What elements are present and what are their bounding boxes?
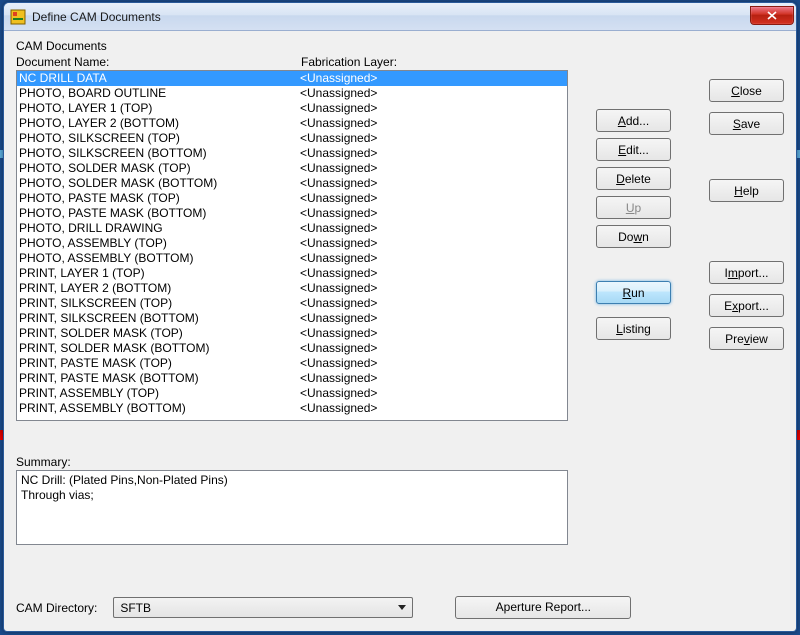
table-row[interactable]: PRINT, SILKSCREEN (TOP)<Unassigned>	[17, 296, 567, 311]
edit-button[interactable]: Edit...	[596, 138, 671, 161]
doc-name-cell: PHOTO, SOLDER MASK (TOP)	[19, 161, 300, 176]
add-button[interactable]: Add...	[596, 109, 671, 132]
table-row[interactable]: PHOTO, ASSEMBLY (BOTTOM)<Unassigned>	[17, 251, 567, 266]
close-button[interactable]: Close	[709, 79, 784, 102]
table-row[interactable]: PHOTO, LAYER 1 (TOP)<Unassigned>	[17, 101, 567, 116]
table-row[interactable]: PRINT, SOLDER MASK (BOTTOM)<Unassigned>	[17, 341, 567, 356]
dialog-window: Define CAM Documents CAM Documents Docum…	[3, 2, 797, 632]
fab-layer-cell: <Unassigned>	[300, 266, 567, 281]
doc-name-cell: PRINT, ASSEMBLY (TOP)	[19, 386, 300, 401]
summary-textbox[interactable]: NC Drill: (Plated Pins,Non-Plated Pins) …	[16, 470, 568, 545]
table-row[interactable]: PHOTO, SOLDER MASK (BOTTOM)<Unassigned>	[17, 176, 567, 191]
doc-name-cell: PHOTO, LAYER 1 (TOP)	[19, 101, 300, 116]
table-row[interactable]: PRINT, ASSEMBLY (TOP)<Unassigned>	[17, 386, 567, 401]
titlebar[interactable]: Define CAM Documents	[4, 3, 796, 31]
fab-layer-cell: <Unassigned>	[300, 131, 567, 146]
cam-directory-label: CAM Directory:	[16, 601, 101, 615]
column-header-document-name: Document Name:	[16, 55, 301, 69]
table-row[interactable]: PHOTO, SOLDER MASK (TOP)<Unassigned>	[17, 161, 567, 176]
table-row[interactable]: PRINT, LAYER 2 (BOTTOM)<Unassigned>	[17, 281, 567, 296]
doc-name-cell: PHOTO, ASSEMBLY (TOP)	[19, 236, 300, 251]
cam-directory-value: SFTB	[120, 601, 398, 615]
fab-layer-cell: <Unassigned>	[300, 401, 567, 416]
fab-layer-cell: <Unassigned>	[300, 371, 567, 386]
table-row[interactable]: PHOTO, PASTE MASK (TOP)<Unassigned>	[17, 191, 567, 206]
doc-name-cell: PRINT, ASSEMBLY (BOTTOM)	[19, 401, 300, 416]
fab-layer-cell: <Unassigned>	[300, 206, 567, 221]
doc-name-cell: PRINT, PASTE MASK (TOP)	[19, 356, 300, 371]
down-button[interactable]: Down	[596, 225, 671, 248]
summary-label: Summary:	[16, 455, 786, 469]
save-button[interactable]: Save	[709, 112, 784, 135]
close-icon	[767, 11, 777, 20]
doc-name-cell: PRINT, PASTE MASK (BOTTOM)	[19, 371, 300, 386]
doc-name-cell: PHOTO, LAYER 2 (BOTTOM)	[19, 116, 300, 131]
fab-layer-cell: <Unassigned>	[300, 86, 567, 101]
fab-layer-cell: <Unassigned>	[300, 101, 567, 116]
fab-layer-cell: <Unassigned>	[300, 161, 567, 176]
up-button: Up	[596, 196, 671, 219]
cam-documents-label: CAM Documents	[16, 39, 786, 53]
doc-name-cell: PHOTO, SOLDER MASK (BOTTOM)	[19, 176, 300, 191]
fab-layer-cell: <Unassigned>	[300, 251, 567, 266]
fab-layer-cell: <Unassigned>	[300, 71, 567, 86]
doc-name-cell: PRINT, SILKSCREEN (BOTTOM)	[19, 311, 300, 326]
help-button[interactable]: Help	[709, 179, 784, 202]
fab-layer-cell: <Unassigned>	[300, 311, 567, 326]
doc-name-cell: PHOTO, PASTE MASK (BOTTOM)	[19, 206, 300, 221]
doc-name-cell: PHOTO, ASSEMBLY (BOTTOM)	[19, 251, 300, 266]
window-title: Define CAM Documents	[32, 10, 161, 24]
preview-button[interactable]: Preview	[709, 327, 784, 350]
run-button[interactable]: Run	[596, 281, 671, 304]
fab-layer-cell: <Unassigned>	[300, 356, 567, 371]
window-close-button[interactable]	[750, 6, 794, 25]
column-header-fabrication-layer: Fabrication Layer:	[301, 55, 786, 69]
doc-name-cell: PRINT, LAYER 2 (BOTTOM)	[19, 281, 300, 296]
doc-name-cell: PHOTO, PASTE MASK (TOP)	[19, 191, 300, 206]
chevron-down-icon	[398, 605, 406, 610]
fab-layer-cell: <Unassigned>	[300, 116, 567, 131]
table-row[interactable]: PHOTO, PASTE MASK (BOTTOM)<Unassigned>	[17, 206, 567, 221]
table-row[interactable]: NC DRILL DATA<Unassigned>	[17, 71, 567, 86]
fab-layer-cell: <Unassigned>	[300, 191, 567, 206]
table-row[interactable]: PHOTO, SILKSCREEN (TOP)<Unassigned>	[17, 131, 567, 146]
fab-layer-cell: <Unassigned>	[300, 146, 567, 161]
doc-name-cell: PRINT, LAYER 1 (TOP)	[19, 266, 300, 281]
delete-button[interactable]: Delete	[596, 167, 671, 190]
doc-name-cell: PRINT, SOLDER MASK (TOP)	[19, 326, 300, 341]
doc-name-cell: PRINT, SOLDER MASK (BOTTOM)	[19, 341, 300, 356]
table-row[interactable]: PHOTO, LAYER 2 (BOTTOM)<Unassigned>	[17, 116, 567, 131]
fab-layer-cell: <Unassigned>	[300, 281, 567, 296]
table-row[interactable]: PHOTO, DRILL DRAWING<Unassigned>	[17, 221, 567, 236]
table-row[interactable]: PRINT, SILKSCREEN (BOTTOM)<Unassigned>	[17, 311, 567, 326]
doc-name-cell: PHOTO, SILKSCREEN (BOTTOM)	[19, 146, 300, 161]
table-row[interactable]: PHOTO, BOARD OUTLINE<Unassigned>	[17, 86, 567, 101]
fab-layer-cell: <Unassigned>	[300, 236, 567, 251]
fab-layer-cell: <Unassigned>	[300, 296, 567, 311]
import-button[interactable]: Import...	[709, 261, 784, 284]
table-row[interactable]: PHOTO, ASSEMBLY (TOP)<Unassigned>	[17, 236, 567, 251]
doc-name-cell: NC DRILL DATA	[19, 71, 300, 86]
table-row[interactable]: PHOTO, SILKSCREEN (BOTTOM)<Unassigned>	[17, 146, 567, 161]
table-row[interactable]: PRINT, ASSEMBLY (BOTTOM)<Unassigned>	[17, 401, 567, 416]
table-row[interactable]: PRINT, PASTE MASK (BOTTOM)<Unassigned>	[17, 371, 567, 386]
doc-name-cell: PHOTO, BOARD OUTLINE	[19, 86, 300, 101]
fab-layer-cell: <Unassigned>	[300, 221, 567, 236]
table-row[interactable]: PRINT, SOLDER MASK (TOP)<Unassigned>	[17, 326, 567, 341]
table-row[interactable]: PRINT, PASTE MASK (TOP)<Unassigned>	[17, 356, 567, 371]
export-button[interactable]: Export...	[709, 294, 784, 317]
fab-layer-cell: <Unassigned>	[300, 176, 567, 191]
cam-directory-dropdown[interactable]: SFTB	[113, 597, 413, 618]
fab-layer-cell: <Unassigned>	[300, 326, 567, 341]
listing-button[interactable]: Listing	[596, 317, 671, 340]
table-row[interactable]: PRINT, LAYER 1 (TOP)<Unassigned>	[17, 266, 567, 281]
app-icon	[10, 9, 26, 25]
fab-layer-cell: <Unassigned>	[300, 341, 567, 356]
fab-layer-cell: <Unassigned>	[300, 386, 567, 401]
doc-name-cell: PHOTO, DRILL DRAWING	[19, 221, 300, 236]
documents-listbox[interactable]: NC DRILL DATA<Unassigned>PHOTO, BOARD OU…	[16, 70, 568, 421]
doc-name-cell: PRINT, SILKSCREEN (TOP)	[19, 296, 300, 311]
doc-name-cell: PHOTO, SILKSCREEN (TOP)	[19, 131, 300, 146]
aperture-report-button[interactable]: Aperture Report...	[455, 596, 631, 619]
